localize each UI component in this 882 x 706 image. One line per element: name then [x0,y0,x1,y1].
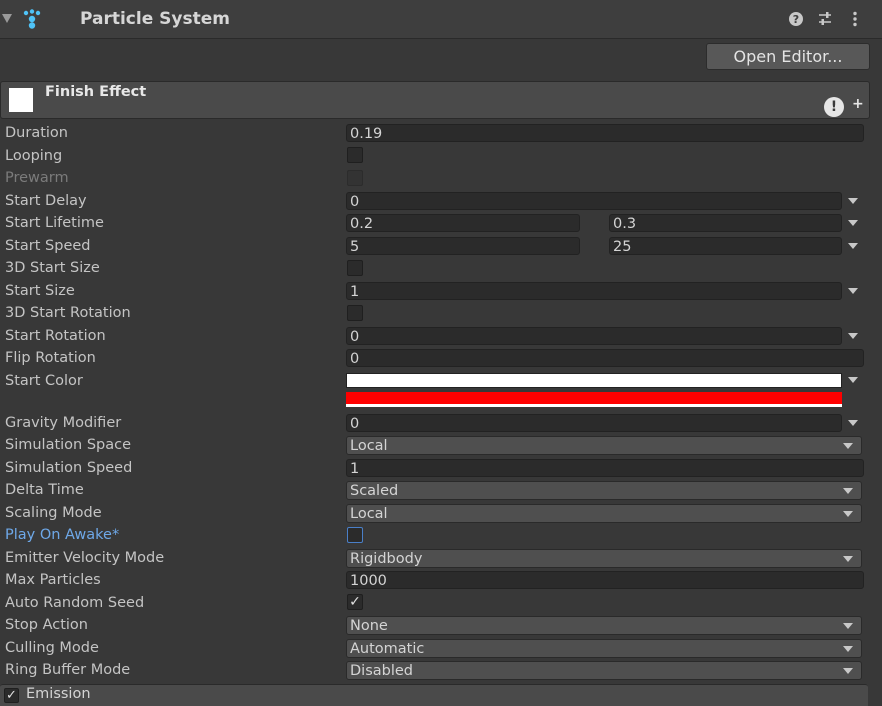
delta-time-value: Scaled [350,483,399,499]
start-rotation-3d-checkbox[interactable] [347,305,363,321]
emitter-velocity-mode-value: Rigidbody [350,551,423,567]
module-name: Finish Effect [45,84,147,100]
delta-time-dropdown[interactable]: Scaled [346,481,862,500]
chevron-down-icon [843,556,853,562]
ring-buffer-mode-dropdown[interactable]: Disabled [346,661,862,680]
start-delay-label: Start Delay [5,193,87,209]
play-on-awake-checkbox[interactable] [347,527,363,543]
stop-action-label: Stop Action [5,617,88,633]
emission-module-header[interactable]: ✓ Emission [0,684,868,706]
duration-label: Duration [5,125,68,141]
prewarm-label: Prewarm [5,170,69,186]
scaling-mode-label: Scaling Mode [5,505,102,521]
chevron-down-icon [843,668,853,674]
auto-random-seed-checkbox[interactable]: ✓ [347,594,363,610]
scaling-mode-value: Local [350,506,388,522]
prewarm-checkbox [347,170,363,186]
start-color-mode-icon[interactable] [848,377,858,383]
start-rotation-3d-label: 3D Start Rotation [5,305,131,321]
open-editor-button[interactable]: Open Editor... [706,43,870,70]
flip-rotation-field[interactable]: 0 [346,349,864,367]
chevron-down-icon [843,646,853,652]
culling-mode-dropdown[interactable]: Automatic [346,639,862,658]
start-speed-min-field[interactable]: 5 [346,237,580,255]
start-size-field[interactable]: 1 [346,282,842,300]
delta-time-label: Delta Time [5,482,84,498]
start-color-label: Start Color [5,373,83,389]
looping-label: Looping [5,148,63,164]
play-on-awake-label: Play On Awake* [5,527,120,543]
gravity-modifier-label: Gravity Modifier [5,415,122,431]
chevron-down-icon [843,511,853,517]
start-delay-mode-icon[interactable] [848,198,858,204]
ring-buffer-mode-value: Disabled [350,663,413,679]
start-speed-max-field[interactable]: 25 [609,237,842,255]
component-title: Particle System [80,9,230,29]
start-rotation-field[interactable]: 0 [346,327,842,345]
simulation-space-value: Local [350,438,388,454]
start-rotation-label: Start Rotation [5,328,106,344]
culling-mode-value: Automatic [350,641,425,657]
gravity-modifier-field[interactable]: 0 [346,414,842,432]
start-lifetime-mode-icon[interactable] [848,220,858,226]
scaling-mode-dropdown[interactable]: Local [346,504,862,523]
emission-label: Emission [26,686,91,702]
flip-rotation-label: Flip Rotation [5,350,96,366]
auto-random-seed-label: Auto Random Seed [5,595,145,611]
emission-checkbox[interactable]: ✓ [4,688,19,703]
help-icon[interactable]: ? [788,11,804,27]
checkmark-icon: ✓ [6,688,17,703]
start-lifetime-max-field[interactable]: 0.3 [609,214,842,232]
foldout-arrow-icon[interactable] [2,14,12,23]
kebab-menu-icon[interactable] [850,11,860,27]
start-rotation-mode-icon[interactable] [848,333,858,339]
module-swatch [9,88,33,112]
start-delay-field[interactable]: 0 [346,192,842,210]
chevron-down-icon [843,443,853,449]
start-color-min-swatch[interactable] [346,373,842,388]
ring-buffer-mode-label: Ring Buffer Mode [5,662,131,678]
simulation-speed-field[interactable]: 1 [346,459,864,477]
stop-action-value: None [350,618,388,634]
chevron-down-icon [843,623,853,629]
duration-field[interactable]: 0.19 [346,124,864,142]
checkmark-icon: ✓ [349,594,361,610]
start-size-3d-label: 3D Start Size [5,260,100,276]
looping-checkbox[interactable] [347,147,363,163]
start-speed-mode-icon[interactable] [848,243,858,249]
presets-icon[interactable] [817,11,833,27]
start-speed-label: Start Speed [5,238,91,254]
warning-icon[interactable]: ! [824,97,844,117]
svg-text:?: ? [793,13,799,26]
particle-system-icon [23,9,41,29]
module-header[interactable]: Finish Effect ! + [0,81,870,119]
simulation-space-dropdown[interactable]: Local [346,436,862,455]
start-lifetime-label: Start Lifetime [5,215,104,231]
emitter-velocity-mode-dropdown[interactable]: Rigidbody [346,549,862,568]
chevron-down-icon [843,488,853,494]
start-size-3d-checkbox[interactable] [347,260,363,276]
gravity-modifier-mode-icon[interactable] [848,420,858,426]
component-header: Particle System ? [0,0,882,39]
add-module-icon[interactable]: + [852,96,864,112]
start-size-mode-icon[interactable] [848,288,858,294]
emitter-velocity-mode-label: Emitter Velocity Mode [5,550,165,566]
start-color-max-swatch[interactable] [346,392,842,407]
simulation-speed-label: Simulation Speed [5,460,133,476]
max-particles-label: Max Particles [5,572,101,588]
start-size-label: Start Size [5,283,75,299]
culling-mode-label: Culling Mode [5,640,99,656]
start-lifetime-min-field[interactable]: 0.2 [346,214,580,232]
simulation-space-label: Simulation Space [5,437,132,453]
max-particles-field[interactable]: 1000 [346,571,864,589]
stop-action-dropdown[interactable]: None [346,616,862,635]
